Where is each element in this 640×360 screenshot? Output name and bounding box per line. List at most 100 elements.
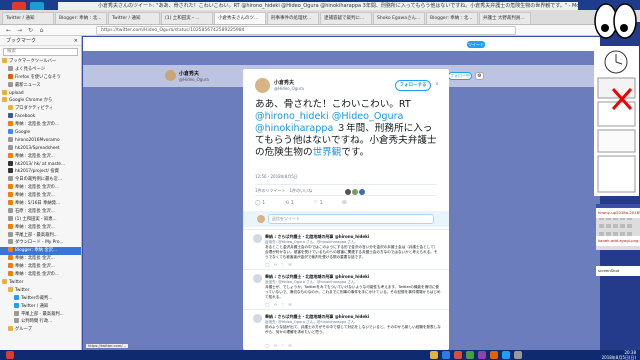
bookmark-item[interactable]: 奉納 : 北陸長 金沢... xyxy=(0,255,81,263)
tab[interactable]: Blogger: 奉納 : 北... xyxy=(426,12,478,24)
bookmark-item[interactable]: Blogger: 奉納 金沢... xyxy=(0,247,81,256)
bookmark-item[interactable]: 平尾上部 - 最高裁判... xyxy=(0,231,81,240)
bookmark-item[interactable]: 奉納 : 北陸長 金沢... xyxy=(0,263,81,271)
reply-tweet[interactable]: 奉納 : さらば弁護士・北陸地域の刑事 @hirono_hideki 返信先: … xyxy=(243,229,449,269)
desktop-file-label[interactable]: screenShot xyxy=(596,266,640,276)
bookmark-item[interactable]: プロダクティビティ xyxy=(0,105,81,113)
tweet-button[interactable]: ツイート xyxy=(467,41,485,48)
tweet-timestamp[interactable]: 12:56 - 2018年8月5日 xyxy=(255,174,298,180)
tweet-author-name[interactable]: 小倉秀夫 xyxy=(274,79,294,86)
reply-actions[interactable]: ◯ ⟲ ♡ ✉ xyxy=(265,262,292,268)
avatar[interactable] xyxy=(352,189,358,195)
reload-button[interactable]: ↻ xyxy=(26,26,35,35)
app-icon[interactable] xyxy=(514,351,522,359)
tab[interactable]: Twitter / 通知 xyxy=(2,12,54,24)
tab[interactable]: 刑事事件の処理状... xyxy=(267,12,319,24)
bookmark-item[interactable]: Twitter / 通知 xyxy=(0,302,81,311)
bookmark-item[interactable]: 石原 : 北陸長 金沢... xyxy=(0,207,81,216)
bookmark-item[interactable]: Twitter xyxy=(0,278,81,287)
reply-icon[interactable]: ◯ 1 xyxy=(255,200,265,206)
reply-actions[interactable]: ◯ ⟲ ♡ ✉ xyxy=(265,302,292,308)
avatar[interactable] xyxy=(255,78,270,93)
bookmark-item[interactable]: グループ xyxy=(0,326,81,334)
bookmark-item[interactable]: 奉納 : 北陸長 金沢の... xyxy=(0,121,81,129)
bookmark-item[interactable]: hk2013/ hk/ at maste... xyxy=(0,160,81,169)
bookmark-item[interactable]: 奉納 : 北陸長 金沢... xyxy=(0,223,81,232)
bookmark-item[interactable]: Google xyxy=(0,129,81,137)
gear-icon[interactable]: ⚙ xyxy=(475,72,484,80)
bookmark-label: Google xyxy=(15,130,31,136)
app-icon[interactable] xyxy=(430,351,438,359)
close-x-icon[interactable] xyxy=(610,86,634,112)
app-icon[interactable] xyxy=(502,351,510,359)
back-button[interactable]: ← xyxy=(4,26,13,35)
bookmark-item[interactable]: よく見るページ xyxy=(0,65,81,74)
reply-tweet[interactable]: 奉納 : さらば弁護士・北陸地域の刑事 @hirono_hideki 返信先: … xyxy=(243,269,449,309)
mention-link[interactable]: @hinokiharappa xyxy=(255,123,333,134)
bookmark-item[interactable]: 奉納 : 北陸長 金沢... xyxy=(0,152,81,161)
avatar[interactable] xyxy=(253,234,262,243)
home-button[interactable]: ⌂ xyxy=(37,26,46,35)
tab[interactable]: 弁護士 大野裁判員... xyxy=(479,12,531,24)
app-icon[interactable] xyxy=(466,351,474,359)
bookmark-item[interactable]: 奉納 : 北陸長 金沢... xyxy=(0,192,81,200)
avatar[interactable] xyxy=(253,274,262,283)
profile-name[interactable]: 小倉秀夫 xyxy=(179,70,199,77)
forward-button[interactable]: → xyxy=(15,26,24,35)
chevron-down-icon[interactable]: ∨ xyxy=(435,81,439,87)
reply-actions[interactable]: ◯ ⟲ ♡ ✉ xyxy=(265,343,292,349)
mention-link[interactable]: @Hideo_Ogura xyxy=(332,111,404,122)
app-icon[interactable] xyxy=(478,351,486,359)
bookmark-item[interactable]: 奉納 : 5/16日 奉納発... xyxy=(0,200,81,208)
clock[interactable]: 20:38 2018年8月5日(日) xyxy=(602,350,636,360)
app-icon[interactable] xyxy=(454,351,462,359)
app-icon[interactable] xyxy=(6,351,14,359)
message-icon[interactable]: ✉ xyxy=(342,200,346,206)
desktop-file-label[interactable]: hirony-up2018a-2018Y xyxy=(596,208,640,218)
stats-text[interactable]: 1件のリツイート 1件のいいね xyxy=(255,188,312,193)
close-icon[interactable]: × xyxy=(74,36,78,46)
app-icon[interactable] xyxy=(442,351,450,359)
bookmark-item[interactable]: Twitter xyxy=(0,286,81,295)
bookmark-item[interactable]: hk2017/project/ 投資 xyxy=(0,168,81,176)
bookmark-item[interactable]: ダウンロード - My Pro... xyxy=(0,239,81,247)
avatar[interactable] xyxy=(359,189,365,195)
app-icon[interactable] xyxy=(490,351,498,359)
bookmark-search-input[interactable]: 検索 xyxy=(3,48,78,56)
avatar[interactable] xyxy=(345,189,351,195)
bookmark-item[interactable]: 平尾上部 - 最高裁判... xyxy=(0,310,81,319)
bookmark-item[interactable]: 最新ニュース xyxy=(0,81,81,90)
bookmark-item[interactable]: ブックマークツールバー xyxy=(0,58,81,66)
like-icon[interactable]: ♡ 1 xyxy=(314,200,323,206)
inline-link[interactable]: 世界観 xyxy=(313,147,342,158)
reply-tweet[interactable]: 奉納 : さらば弁護士・北陸地域の刑事 @hirono_hideki 返信先: … xyxy=(243,309,449,350)
bookmark-item[interactable]: 奉納 : 北陸長 金沢の... xyxy=(0,184,81,192)
bookmark-icon xyxy=(8,184,13,190)
bookmark-item[interactable]: hk2013/Spreadsheet xyxy=(0,144,81,153)
retweet-icon[interactable]: ⟲ 1 xyxy=(285,200,294,206)
reply-input[interactable]: 返信をツイート xyxy=(268,214,434,224)
tab[interactable]: Blogger: 奉納 : 北... xyxy=(55,12,107,24)
bookmark-item[interactable]: 奉納 : 北陸長 金沢の... xyxy=(0,271,81,279)
avatar[interactable] xyxy=(253,314,262,323)
tab[interactable]: Twitter / 通知 xyxy=(108,12,160,24)
url-bar[interactable]: https://twitter.com/Hideo_Ogura/status/1… xyxy=(96,26,516,35)
bookmark-item[interactable]: Twitterの裁判... xyxy=(0,294,81,303)
bookmark-item[interactable]: upload xyxy=(0,89,81,98)
mention-link[interactable]: @hirono_hideki xyxy=(255,111,329,122)
tab[interactable]: 逮捕容疑で裁判に... xyxy=(320,12,372,24)
bookmark-item[interactable]: hirono2016Mvoramo xyxy=(0,136,81,145)
avatar[interactable] xyxy=(165,70,176,81)
bookmark-item[interactable]: 今日の裁判例に最も近... xyxy=(0,176,81,184)
follow-button[interactable]: フォローする xyxy=(395,80,431,91)
bookmark-item[interactable]: 公判時間 行政... xyxy=(0,318,81,326)
bookmark-item[interactable]: Facebook xyxy=(0,113,81,121)
tab[interactable]: Shoko Egawaさん... xyxy=(373,12,425,24)
tab-active[interactable]: 小倉秀夫さんのツ... xyxy=(214,12,266,24)
bookmark-item[interactable]: Firefox を使いこなそう xyxy=(0,73,81,82)
tab[interactable]: (1) 土和田実・... xyxy=(161,12,213,24)
bookmark-item[interactable]: Google Chrome から xyxy=(0,97,81,105)
bookmark-item[interactable]: (1) 土和田実 - 知恵... xyxy=(0,215,81,224)
desktop-file-label[interactable]: kaneir-add-eyagi-png.t xyxy=(596,236,640,246)
following-button[interactable]: フォロー中 xyxy=(448,72,472,80)
